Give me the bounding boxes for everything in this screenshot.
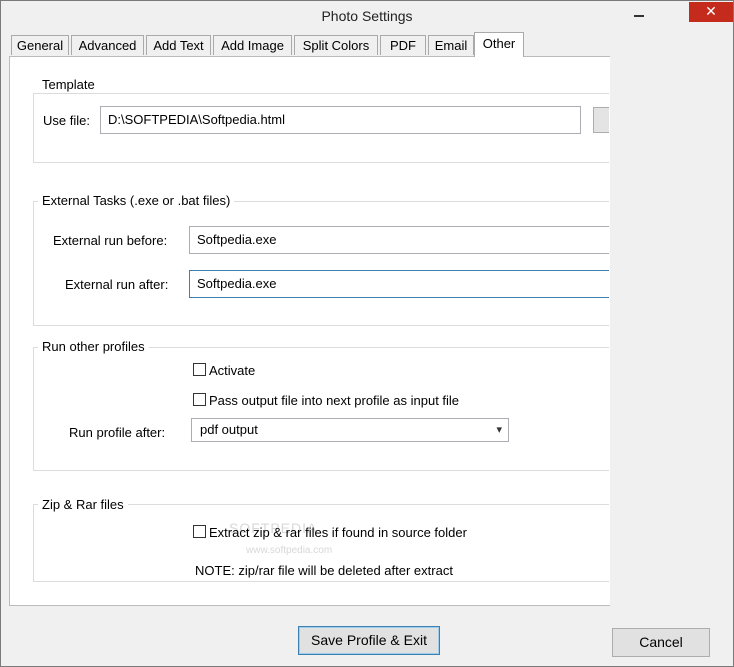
external-tasks-group-title: External Tasks (.exe or .bat files) xyxy=(38,193,235,208)
tab-label: Add Text xyxy=(153,38,204,53)
tab-label: Add Image xyxy=(221,38,284,53)
activate-checkbox[interactable] xyxy=(193,363,206,376)
softpedia-watermark-url: www.softpedia.com xyxy=(246,545,333,556)
zip-rar-group-title: Zip & Rar files xyxy=(38,497,128,512)
tab-label: Other xyxy=(482,36,516,51)
run-profile-after-value: pdf output xyxy=(200,422,258,437)
extract-zip-checkbox[interactable] xyxy=(193,525,206,538)
template-group-title: Template xyxy=(38,77,99,92)
title-bar: Photo Settings ✕ xyxy=(1,1,733,32)
run-profiles-group-title: Run other profiles xyxy=(38,339,149,354)
external-run-after-input[interactable]: Softpedia.exe xyxy=(189,270,609,298)
tab-add-image[interactable]: Add Image xyxy=(213,35,292,55)
tab-label: PDF xyxy=(390,38,416,53)
window-title: Photo Settings xyxy=(321,8,413,24)
tab-split-colors[interactable]: Split Colors xyxy=(294,35,378,55)
close-icon: ✕ xyxy=(705,4,717,20)
extract-zip-label[interactable]: Extract zip & rar files if found in sour… xyxy=(209,525,467,540)
tab-general[interactable]: General xyxy=(11,35,69,55)
chevron-down-icon: ▾ xyxy=(496,423,502,436)
use-file-input[interactable]: D:\SOFTPEDIA\Softpedia.html xyxy=(100,106,581,134)
use-file-label: Use file: xyxy=(43,113,90,128)
tab-pdf[interactable]: PDF xyxy=(380,35,426,55)
run-profile-after-label: Run profile after: xyxy=(69,425,166,440)
zip-delete-note: NOTE: zip/rar file will be deleted after… xyxy=(195,563,453,578)
pass-output-checkbox[interactable] xyxy=(193,393,206,406)
cancel-button[interactable]: Cancel xyxy=(612,628,710,657)
save-profile-exit-button[interactable]: Save Profile & Exit xyxy=(298,626,440,655)
tab-label: Advanced xyxy=(78,38,137,53)
activate-label[interactable]: Activate xyxy=(209,363,255,378)
external-run-before-label: External run before: xyxy=(53,233,168,248)
browse-file-button[interactable] xyxy=(593,107,609,133)
run-profiles-group xyxy=(33,347,609,471)
external-tasks-group xyxy=(33,201,609,326)
tab-other[interactable]: Other xyxy=(474,32,524,57)
tab-advanced[interactable]: Advanced xyxy=(71,35,144,55)
pass-output-label[interactable]: Pass output file into next profile as in… xyxy=(209,393,459,408)
tab-email[interactable]: Email xyxy=(428,35,474,55)
close-button[interactable]: ✕ xyxy=(689,2,733,22)
tab-label: Email xyxy=(434,38,468,53)
tab-label: General xyxy=(16,38,64,53)
minimize-button[interactable] xyxy=(628,3,650,25)
run-profile-after-select[interactable]: pdf output ▾ xyxy=(191,418,509,442)
tab-label: Split Colors xyxy=(302,38,370,53)
tab-add-text[interactable]: Add Text xyxy=(146,35,211,55)
external-run-after-label: External run after: xyxy=(65,277,169,292)
external-run-before-input[interactable]: Softpedia.exe xyxy=(189,226,609,254)
photo-settings-window: Photo Settings ✕ General Advanced Add Te… xyxy=(0,0,734,667)
